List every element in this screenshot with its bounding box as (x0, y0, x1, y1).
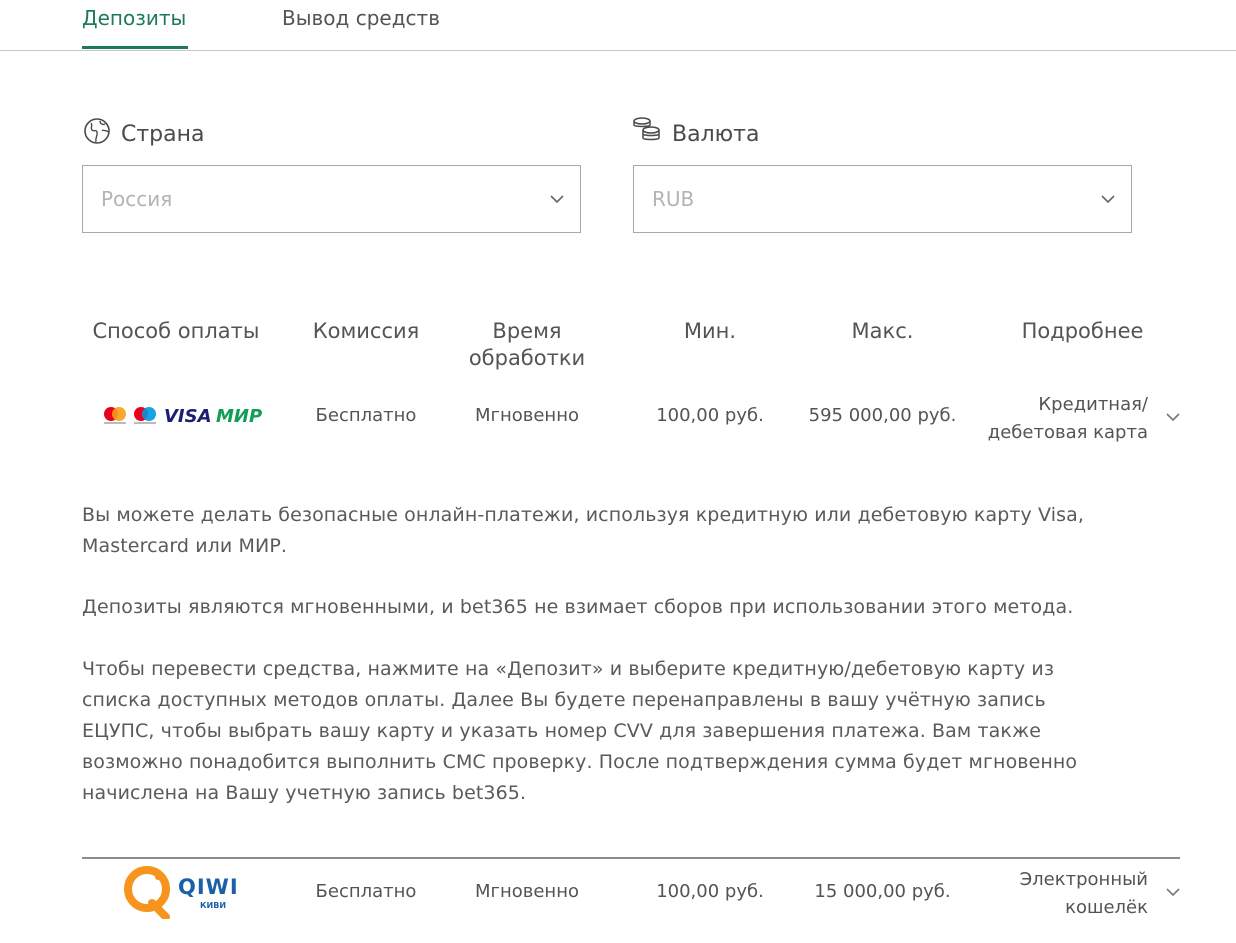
row1-commission: Бесплатно (315, 405, 417, 426)
qiwi-text: QIWI (178, 875, 239, 899)
visa-logo: VISA (164, 406, 212, 427)
header-time-line1: Время (492, 319, 562, 343)
description-paragraph-3: Чтобы перевести средства, нажмите на «Де… (82, 654, 1182, 809)
country-select[interactable]: Россия (82, 165, 581, 233)
row1-details-line2: дебетовая карта (987, 422, 1148, 443)
description-line: возможно понадобится выполнить СМС прове… (82, 751, 1078, 773)
mir-logo: МИР (216, 406, 263, 427)
table-row-cards[interactable]: VISA МИР (100, 400, 275, 434)
header-time-line2: обработки (468, 346, 586, 370)
header-min: Мин. (683, 319, 737, 343)
description-line: списка доступных методов оплаты. Далее В… (82, 689, 1046, 711)
row2-commission: Бесплатно (315, 881, 417, 902)
row1-max: 595 000,00 руб. (808, 405, 957, 426)
table-row-qiwi[interactable]: QIWI КИВИ (122, 865, 252, 921)
row2-details[interactable]: Электронный кошелёк (970, 866, 1148, 922)
tab-deposits[interactable]: Депозиты (82, 6, 186, 46)
chevron-down-icon (550, 195, 564, 204)
chevron-down-icon[interactable] (1166, 885, 1180, 899)
tab-withdrawals[interactable]: Вывод средств (282, 6, 440, 46)
header-commission: Комиссия (312, 319, 420, 343)
row1-details-line1: Кредитная/ (1038, 394, 1148, 415)
globe-icon (83, 117, 111, 149)
country-label: Страна (121, 122, 205, 147)
description-line: Mastercard или МИР. (82, 535, 288, 557)
active-tab-indicator (82, 46, 188, 49)
description-paragraph-2: Депозиты являются мгновенными, и bet365 … (82, 596, 1074, 618)
row2-min: 100,00 руб. (656, 881, 764, 902)
row-divider (82, 857, 1180, 859)
header-details: Подробнее (1021, 319, 1144, 343)
country-select-value: Россия (101, 187, 173, 211)
row2-time: Мгновенно (474, 881, 579, 902)
coins-icon (632, 116, 664, 146)
description-line: Вы можете делать безопасные онлайн-плате… (82, 504, 1084, 526)
header-method: Способ оплаты (92, 319, 260, 343)
currency-select-value: RUB (652, 187, 695, 211)
description-paragraph-1: Вы можете делать безопасные онлайн-плате… (82, 500, 1182, 562)
chevron-down-icon (1101, 195, 1115, 204)
description-line: ЕЦУПС, чтобы выбрать вашу карту и указат… (82, 720, 1041, 742)
row1-time: Мгновенно (474, 405, 579, 426)
description-line: Чтобы перевести средства, нажмите на «Де… (82, 658, 1055, 680)
row2-details-line2: кошелёк (1065, 897, 1148, 918)
row2-details-line1: Электронный (1019, 869, 1148, 890)
row1-details[interactable]: Кредитная/ дебетовая карта (970, 391, 1148, 447)
currency-select[interactable]: RUB (633, 165, 1132, 233)
row1-min: 100,00 руб. (656, 405, 764, 426)
description-line: начислена на Вашу учетную запись bet365. (82, 782, 527, 804)
chevron-down-icon[interactable] (1166, 410, 1180, 424)
mastercard-icon (104, 407, 126, 424)
row2-max: 15 000,00 руб. (814, 881, 951, 902)
qiwi-logo (124, 866, 170, 919)
maestro-icon (134, 407, 156, 424)
header-max: Макс. (851, 319, 914, 343)
currency-label: Валюта (672, 122, 760, 147)
header-processing-time: Время обработки (452, 318, 602, 372)
qiwi-subtext: КИВИ (200, 901, 227, 910)
